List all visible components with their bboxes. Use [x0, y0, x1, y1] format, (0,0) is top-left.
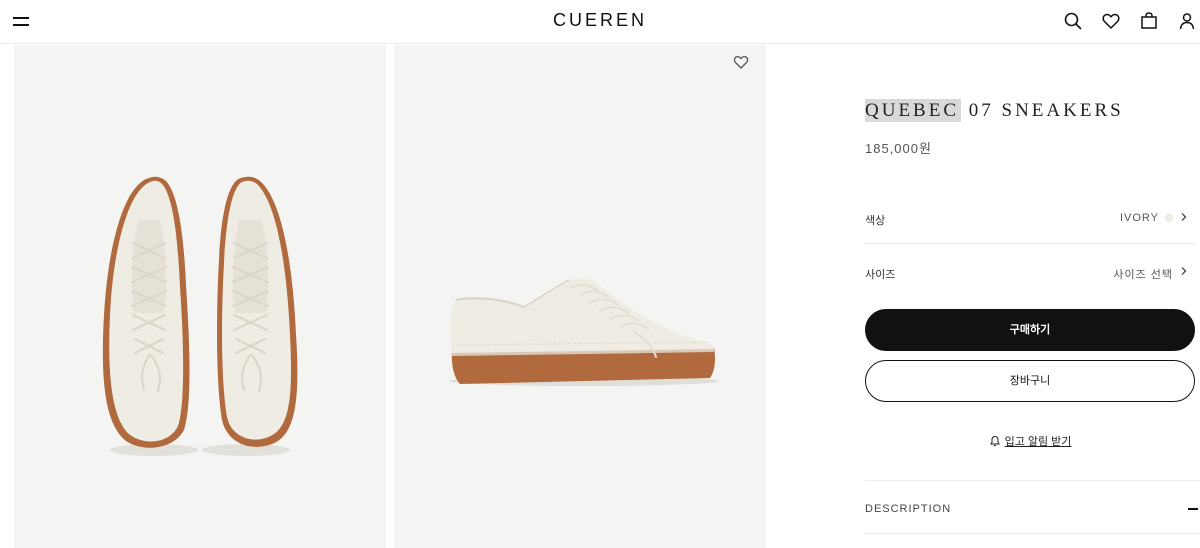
product-image-top-view[interactable]	[14, 45, 386, 548]
product-title: QUEBEC 07 SNEAKERS	[865, 99, 1200, 122]
restock-notify-label: 입고 알림 받기	[1004, 436, 1072, 448]
header-actions	[1060, 10, 1200, 32]
image-heart-icon[interactable]	[732, 53, 750, 71]
menu-icon[interactable]	[12, 12, 32, 32]
size-value: 사이즈 선택	[1113, 269, 1173, 281]
chevron-right-icon	[1181, 213, 1187, 221]
heart-icon[interactable]	[1100, 10, 1122, 32]
product-price: 185,000원	[865, 141, 932, 156]
chevron-right-icon	[1181, 267, 1187, 275]
description-accordion[interactable]: DESCRIPTION	[865, 480, 1200, 534]
add-to-cart-button[interactable]: 장바구니	[865, 360, 1195, 402]
description-label: DESCRIPTION	[865, 503, 952, 515]
product-title-highlight: QUEBEC	[865, 99, 961, 122]
restock-notify-link[interactable]: 입고 알림 받기	[865, 433, 1195, 449]
color-swatch	[1165, 214, 1173, 222]
color-option-row[interactable]: 색상 IVORY	[865, 190, 1195, 244]
brand-logo-text[interactable]: CUEREN	[553, 10, 647, 30]
user-icon[interactable]	[1176, 10, 1198, 32]
sneaker-pair-illustration	[102, 176, 298, 456]
product-info: QUEBEC 07 SNEAKERS 185,000원 색상 IVORY 사이즈…	[865, 99, 1200, 534]
bell-icon	[989, 435, 1000, 447]
size-option-row[interactable]: 사이즈 사이즈 선택	[865, 244, 1195, 298]
search-icon[interactable]	[1062, 10, 1084, 32]
collapse-minus-icon	[1188, 508, 1198, 510]
site-header: CUEREN	[0, 0, 1200, 44]
product-image-side-view[interactable]	[394, 45, 766, 548]
color-value: IVORY	[1119, 212, 1159, 224]
size-label: 사이즈	[865, 269, 896, 281]
buy-now-button[interactable]: 구매하기	[865, 309, 1195, 351]
bag-icon[interactable]	[1138, 10, 1160, 32]
brand-logo: CUEREN	[0, 10, 1200, 31]
color-label: 색상	[865, 215, 886, 227]
sneaker-side-illustration	[449, 277, 719, 386]
product-title-rest: 07 SNEAKERS	[961, 100, 1124, 121]
